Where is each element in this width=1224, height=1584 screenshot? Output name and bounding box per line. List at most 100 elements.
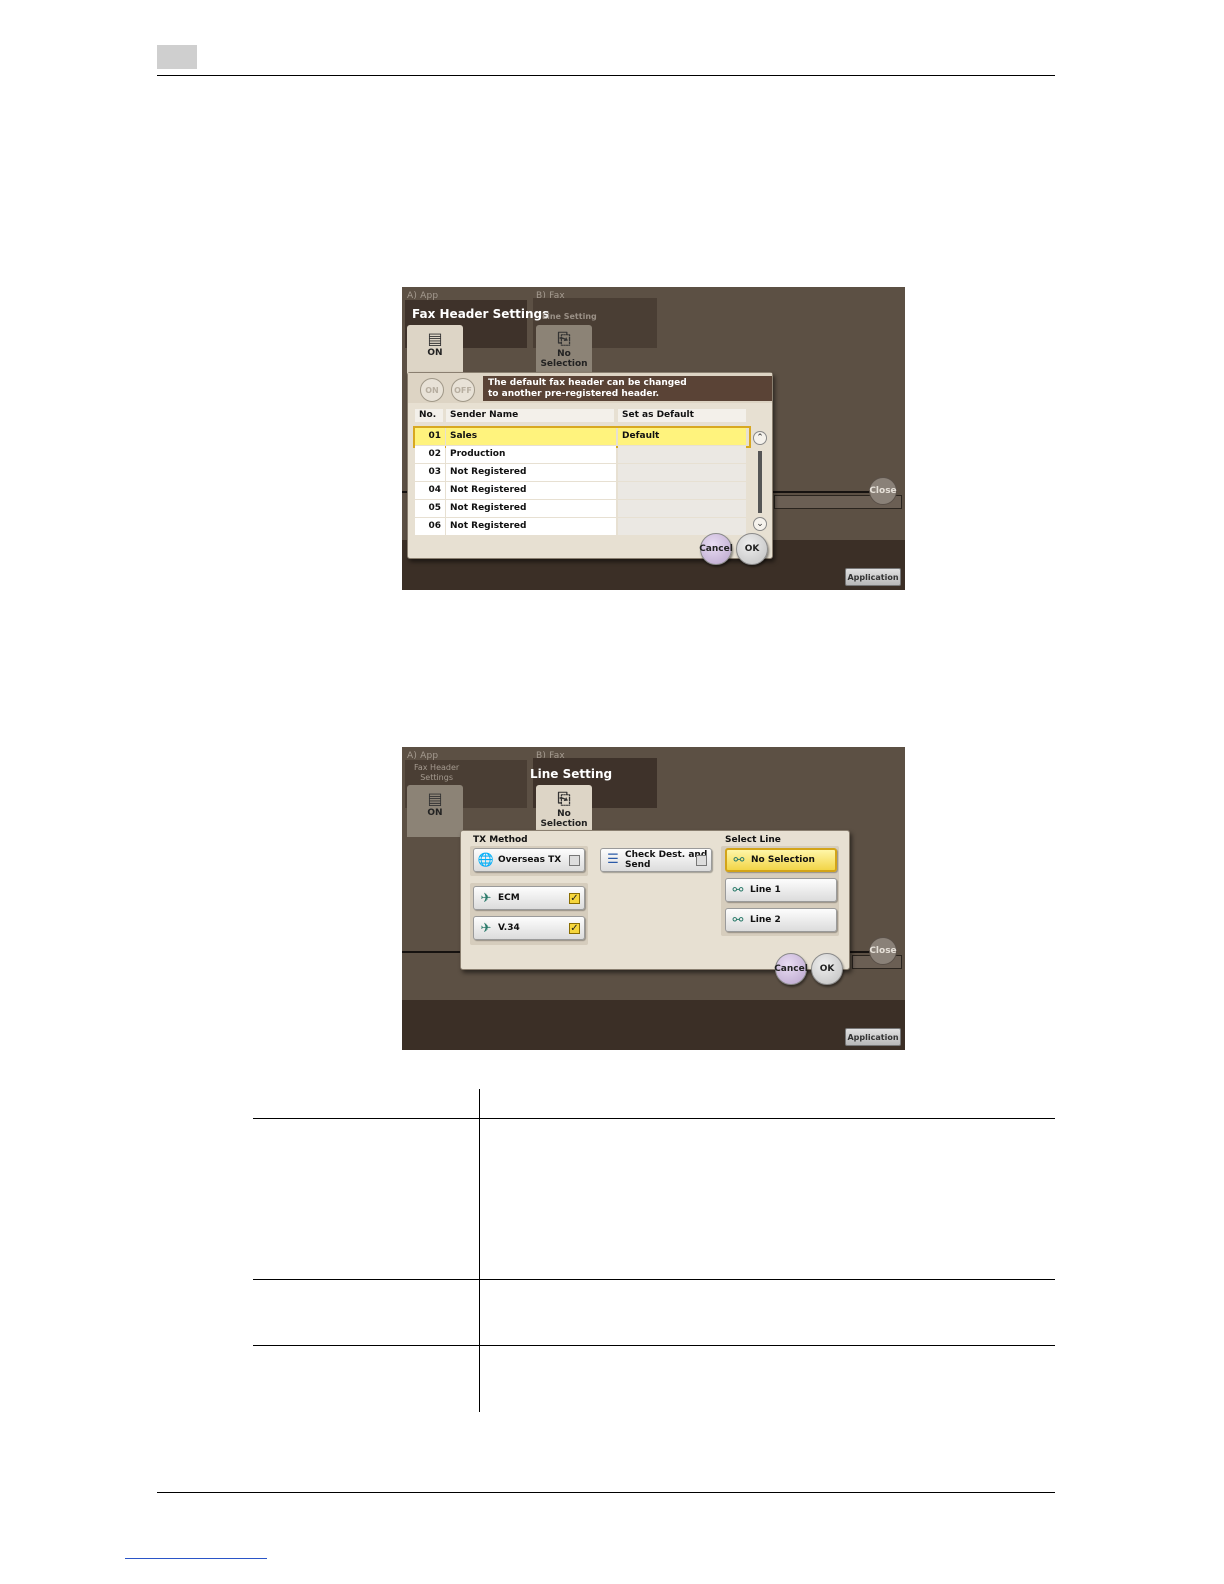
row-number: 01 [415,428,445,445]
col-no: No. [415,409,443,422]
v34-checkbox[interactable]: ✓ [569,923,580,934]
fax-header-settings-title: Fax Header Settings [412,307,550,321]
overseas-tx-label: Overseas TX [498,855,562,865]
table-row[interactable]: 01 Sales Default [413,426,751,448]
row-sender-name: Not Registered [446,482,616,499]
ecm-button[interactable]: ✈ ECM ✓ [473,886,585,910]
check-dest-and-send-button[interactable]: ☰ Check Dest. and Send [600,848,712,872]
row-number: 05 [415,500,445,517]
application-button[interactable]: Application [845,1028,901,1046]
v34-button[interactable]: ✈ V.34 ✓ [473,916,585,940]
ecm-label: ECM [498,893,520,903]
on-toggle[interactable]: ON [420,378,444,402]
overseas-tx-button[interactable]: 🌐 Overseas TX [473,848,585,872]
fax-header-dialog: ON OFF The default fax header can be cha… [407,372,773,565]
app-tab-button[interactable]: ▤ ON [407,785,463,837]
check-dest-checkbox[interactable] [696,855,707,866]
line-1-icon: ⚯ [732,882,744,898]
line-1-button[interactable]: ⚯ Line 1 [725,878,837,902]
select-line-label: Select Line [725,835,781,845]
table-scrollbar[interactable]: ⌃ ⌄ [753,431,767,531]
ecm-icon: ✈ [480,890,492,906]
row-default [618,518,746,535]
check-dest-label: Check Dest. and Send [625,850,707,870]
table-row[interactable]: 02 Production [415,446,749,464]
table-column-divider [479,1089,480,1412]
row-sender-name: Not Registered [446,518,616,535]
table-row[interactable]: 06 Not Registered [415,518,749,536]
off-toggle[interactable]: OFF [451,378,475,402]
app-tab-button[interactable]: ▤ ON [407,325,463,377]
tab-a-sub-line-1: Fax Header [414,763,460,772]
line-setting-dialog: TX Method 🌐 Overseas TX ✈ ECM ✓ ✈ V.34 ✓… [460,830,850,985]
row-default [618,482,746,499]
application-button[interactable]: Application [845,568,901,586]
close-button[interactable]: Close [869,937,897,965]
v34-label: V.34 [498,923,520,933]
info-message-line-1: The default fax header can be changed [488,378,687,388]
row-sender-name: Production [446,446,616,463]
check-dest-line-2: Send [625,860,651,870]
fax-tab-button[interactable]: ⎘ No Selection [536,785,592,833]
app-tab-value: ON [427,348,443,358]
header-rule [157,75,1055,76]
row-sender-name: Not Registered [446,500,616,517]
fax-tab-button[interactable]: ⎘ No Selection [536,325,592,373]
row-number: 03 [415,464,445,481]
close-button[interactable]: Close [869,477,897,505]
fax-header-settings-tab-label: Fax Header Settings [414,763,459,783]
ok-button[interactable]: OK [811,953,843,985]
list-send-icon: ☰ [607,852,619,867]
scroll-up-icon[interactable]: ⌃ [753,431,767,445]
row-number: 06 [415,518,445,535]
table-row-rule [253,1279,1055,1280]
table-header: No. Sender Name Set as Default [415,409,749,422]
row-number: 02 [415,446,445,463]
row-sender-name: Sales [446,428,616,445]
tab-a-sub-line-2: Settings [420,773,453,782]
cancel-button[interactable]: Cancel [774,953,808,985]
cancel-button[interactable]: Cancel [699,533,733,565]
fax-tab-value-2: Selection [540,819,588,829]
row-default [618,446,746,463]
no-selection-label: No Selection [751,855,815,865]
fax-tab-value-2: Selection [540,359,588,369]
line-1-label: Line 1 [750,885,781,895]
fax-tab-value-1: No [557,349,571,359]
document-stack-icon: ▤ [427,329,443,348]
fax-header-settings-screenshot: A) App B) Fax Fax Header Settings Line S… [402,287,905,590]
fax-tab-value-1: No [557,809,571,819]
row-default [618,464,746,481]
globe-icon: 🌐 [477,852,495,868]
line-setting-label: Line Setting [542,312,597,321]
col-sender-name: Sender Name [446,409,614,422]
line-2-icon: ⚯ [732,912,744,928]
scroll-down-icon[interactable]: ⌄ [753,517,767,531]
chapter-number-box [157,45,197,69]
table-row[interactable]: 03 Not Registered [415,464,749,482]
ok-button[interactable]: OK [736,533,768,565]
line-2-button[interactable]: ⚯ Line 2 [725,908,837,932]
line-setting-screenshot: A) App B) Fax Fax Header Settings Line S… [402,747,905,1050]
row-number: 04 [415,482,445,499]
no-selection-button[interactable]: ⚯ No Selection [725,848,837,872]
tx-method-label: TX Method [473,835,528,845]
table-row[interactable]: 04 Not Registered [415,482,749,500]
table-header-rule [253,1118,1055,1119]
table-row[interactable]: 05 Not Registered [415,500,749,518]
ecm-checkbox[interactable]: ✓ [569,893,580,904]
footer-rule [157,1492,1055,1493]
fax-line-icon: ⎘ [557,329,571,348]
info-message-line-2: to another pre-registered header. [488,389,660,399]
col-set-as-default: Set as Default [618,409,746,422]
check-dest-line-1: Check Dest. and [625,850,708,860]
row-default: Default [618,428,746,445]
overseas-tx-checkbox[interactable] [569,855,580,866]
footer-link-underline[interactable] [125,1558,267,1559]
line-2-label: Line 2 [750,915,781,925]
app-tab-value: ON [427,808,443,818]
row-sender-name: Not Registered [446,464,616,481]
table-row-rule [253,1345,1055,1346]
line-antenna-icon: ⚯ [733,852,745,868]
row-default [618,500,746,517]
